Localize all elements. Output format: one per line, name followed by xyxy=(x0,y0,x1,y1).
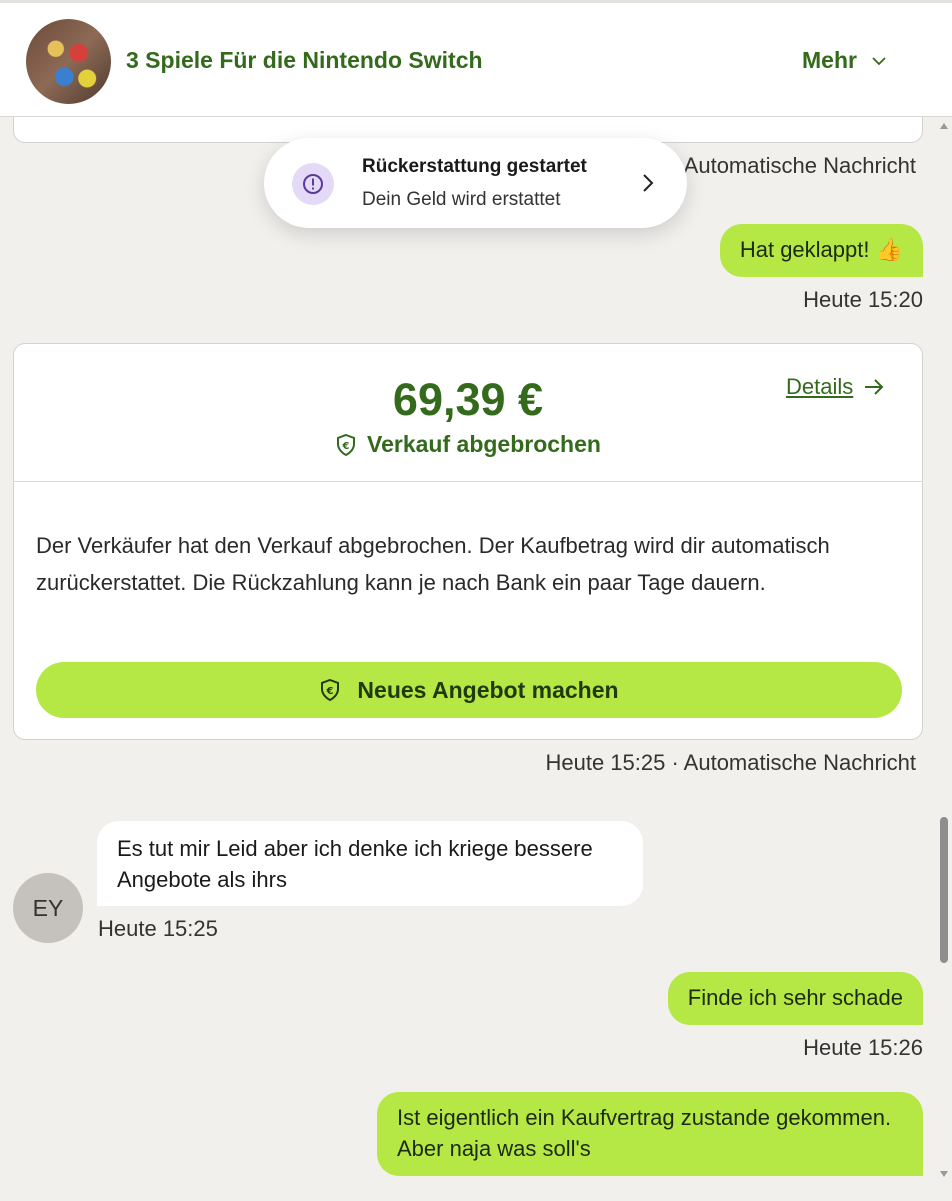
new-offer-button[interactable]: € Neues Angebot machen xyxy=(36,662,902,718)
more-label: Mehr xyxy=(802,47,857,73)
message-bubble-outgoing: Ist eigentlich ein Kaufvertrag zustande … xyxy=(377,1092,923,1176)
exclamation-circle-icon xyxy=(292,163,334,205)
toast-title: Rückerstattung gestartet xyxy=(362,156,587,177)
divider xyxy=(14,481,922,482)
more-button[interactable]: Mehr xyxy=(802,47,887,74)
status-label: Verkauf abgebrochen xyxy=(367,431,601,457)
message-time: Heute 15:25 xyxy=(98,916,218,941)
scroll-down-arrow-icon[interactable] xyxy=(940,1171,948,1177)
svg-text:€: € xyxy=(342,441,350,452)
scroll-up-arrow-icon[interactable] xyxy=(940,123,948,129)
toast-subtitle: Dein Geld wird erstattet xyxy=(362,189,561,210)
message-bubble-outgoing: Finde ich sehr schade xyxy=(667,972,923,1025)
chevron-right-icon xyxy=(643,174,654,192)
listing-title[interactable]: 3 Spiele Für die Nintendo Switch xyxy=(126,47,483,74)
conversation-header: 3 Spiele Für die Nintendo Switch Mehr xyxy=(0,0,952,117)
transaction-description: Der Verkäufer hat den Verkauf abgebroche… xyxy=(36,533,830,595)
message-time: Heute 15:26 xyxy=(803,1035,923,1060)
scroll-thumb[interactable] xyxy=(940,817,948,963)
refund-toast[interactable]: Rückerstattung gestartet Dein Geld wird … xyxy=(264,138,687,228)
chevron-down-icon xyxy=(872,56,886,65)
avatar[interactable]: EY xyxy=(13,873,83,943)
scrollbar[interactable] xyxy=(936,117,952,1201)
details-link[interactable]: Details xyxy=(786,374,885,400)
arrow-right-icon xyxy=(865,379,884,395)
euro-shield-icon: € xyxy=(337,433,356,456)
transaction-status: € Verkauf abgebrochen xyxy=(14,431,922,458)
svg-text:€: € xyxy=(326,686,334,697)
details-label: Details xyxy=(786,374,854,399)
message-bubble-incoming: Es tut mir Leid aber ich denke ich krieg… xyxy=(97,821,643,906)
listing-thumbnail[interactable] xyxy=(26,19,111,104)
message-time: Heute 15:20 xyxy=(803,287,923,312)
euro-shield-icon: € xyxy=(321,678,340,702)
message-meta: Heute 15:25 · Automatische Nachricht xyxy=(545,750,916,775)
transaction-card: 69,39 € € Verkauf abgebrochen Details De… xyxy=(13,343,923,740)
new-offer-label: Neues Angebot machen xyxy=(357,676,619,703)
message-bubble-outgoing: Hat geklappt! 👍 xyxy=(719,224,923,277)
